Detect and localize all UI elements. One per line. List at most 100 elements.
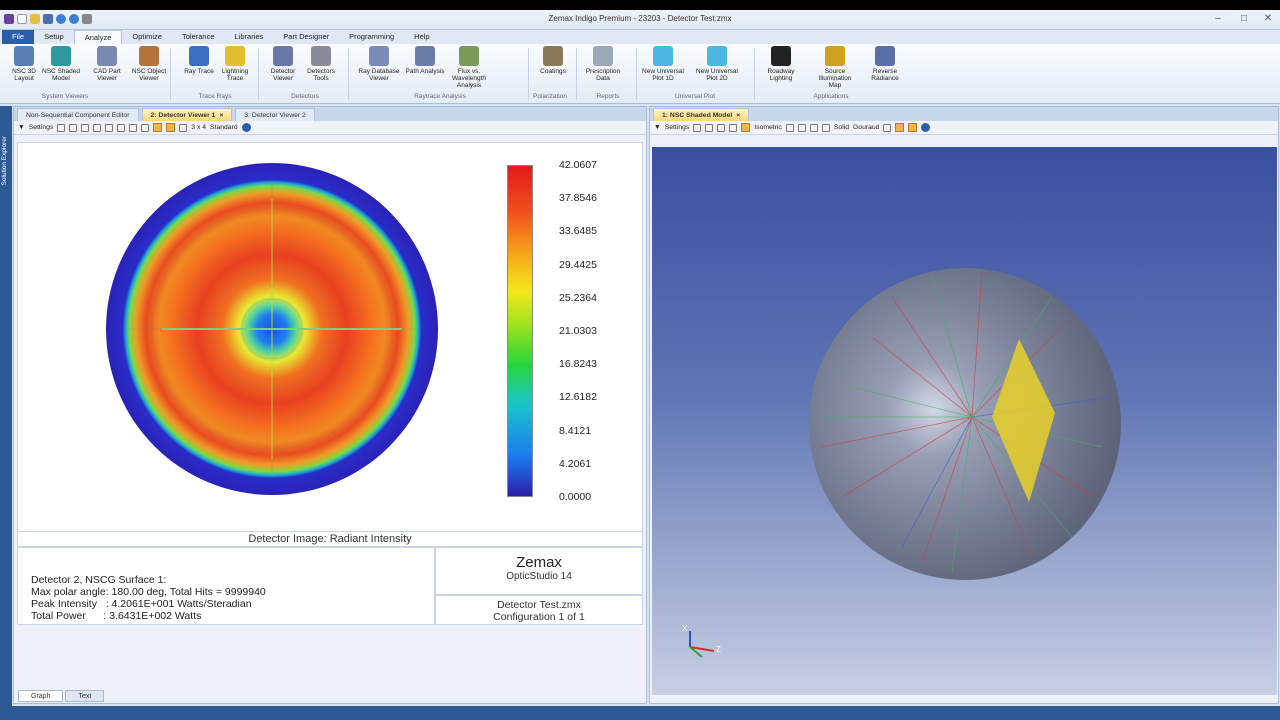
help-icon[interactable] <box>921 123 931 132</box>
axis-triad: X Z <box>682 624 721 658</box>
chevron-down-icon[interactable]: ▼ <box>18 124 25 131</box>
lock-icon[interactable] <box>883 123 892 132</box>
settings-button[interactable]: Settings <box>665 124 690 131</box>
scheme-select[interactable]: Standard <box>210 124 238 131</box>
menu-analyze[interactable]: Analyze <box>73 30 123 44</box>
close-button[interactable]: ✕ <box>1256 12 1280 26</box>
layout-select[interactable]: 3 x 4 <box>191 124 206 131</box>
chevron-down-icon[interactable]: ▼ <box>654 124 661 131</box>
ribbon-button-nsc-shaded-model[interactable]: NSC Shaded Model <box>40 46 82 82</box>
fit-icon[interactable] <box>166 123 176 132</box>
menu-programming[interactable]: Programming <box>339 30 404 44</box>
axis-x-label: X <box>682 624 688 633</box>
detector-plot[interactable]: 42.0607 37.8546 33.6485 29.4425 25.2364 21.03… <box>17 142 643 532</box>
render-select[interactable]: Solid <box>834 124 849 131</box>
colorbar-tick-label: 33.6485 <box>559 225 597 238</box>
scale-icon[interactable] <box>895 123 905 132</box>
polar-heatmap <box>106 163 438 495</box>
ribbon-group-label: Reports <box>596 93 620 100</box>
ribbon-button-source-illumination-map[interactable]: Source Illumination Map <box>814 46 856 89</box>
tab-text[interactable]: Text <box>65 690 105 702</box>
zoom-icon[interactable] <box>797 123 806 132</box>
ribbon-button-new-universal-plot-2d[interactable]: New Universal Plot 2D <box>696 46 738 82</box>
solution-explorer-strip[interactable]: Solution Explorer <box>0 106 12 706</box>
shading-select[interactable]: Gouraud <box>853 124 879 131</box>
detector-toolbar: ▼ Settings 3 x 4 Standard <box>14 121 646 135</box>
close-icon[interactable]: × <box>219 109 223 122</box>
tab-detector-viewer-1[interactable]: 2: Detector Viewer 1 × <box>141 108 233 122</box>
maximize-button[interactable]: □ <box>1232 12 1256 26</box>
menu-file[interactable]: File <box>2 30 35 44</box>
ribbon-button-new-universal-plot-1d[interactable]: New Universal Plot 1D <box>642 46 684 82</box>
product-name: OpticStudio 14 <box>506 571 572 582</box>
print-icon[interactable] <box>93 123 102 132</box>
ribbon-button-cad-part-viewer[interactable]: CAD Part Viewer <box>86 46 128 82</box>
ribbon-button-ray-database-viewer[interactable]: Ray Database Viewer <box>358 46 400 82</box>
fit-window-icon[interactable] <box>908 123 918 132</box>
ribbon-button-reverse-radiance[interactable]: Reverse Radiance <box>864 46 906 82</box>
copy-icon[interactable] <box>69 123 78 132</box>
ribbon-group-label: Trace Rays <box>198 93 232 100</box>
menu-help[interactable]: Help <box>404 30 439 44</box>
colorbar-tick-label: 8.4121 <box>559 424 592 437</box>
menu-tolerance[interactable]: Tolerance <box>172 30 225 44</box>
view-select[interactable]: Isometric <box>754 124 782 131</box>
rectangle-icon[interactable] <box>117 123 126 132</box>
ribbon-label: NSC Shaded Model <box>42 68 80 82</box>
ribbon-label: Detector Viewer <box>270 68 296 82</box>
tab-detector-viewer-2[interactable]: 3: Detector Viewer 2 <box>235 108 315 121</box>
ribbon-button-coatings[interactable]: Coatings <box>532 46 574 75</box>
ribbon-icon <box>771 46 791 66</box>
save-icon[interactable] <box>81 123 90 132</box>
close-icon[interactable]: × <box>736 109 740 122</box>
solution-explorer-label: Solution Explorer <box>1 136 8 186</box>
text-icon[interactable] <box>105 123 114 132</box>
scale-icon[interactable] <box>153 123 163 132</box>
lock-icon[interactable] <box>141 123 150 132</box>
tab-nsc-shaded-model[interactable]: 1: NSC Shaded Model × <box>653 108 750 122</box>
refresh-icon[interactable] <box>693 123 702 132</box>
ribbon-button-detectors-tools[interactable]: Detectors Tools <box>300 46 342 82</box>
ribbon-label: Path Analysis <box>405 68 445 75</box>
ribbon-icon <box>825 46 845 66</box>
refresh-icon[interactable] <box>57 123 66 132</box>
help-icon[interactable] <box>241 123 251 132</box>
rotate-icon[interactable] <box>785 123 794 132</box>
ribbon-button-nsc-3d-layout[interactable]: NSC 3D Layout <box>3 46 45 82</box>
menu-part-designer[interactable]: Part Designer <box>273 30 339 44</box>
ribbon-button-flux-vs-wavelength-analysis[interactable]: Flux vs. Wavelength Analysis <box>448 46 490 89</box>
pan-icon[interactable] <box>809 123 818 132</box>
ribbon-button-detector-viewer[interactable]: Detector Viewer <box>262 46 304 82</box>
line-icon[interactable] <box>129 123 138 132</box>
layout-icon[interactable] <box>179 123 188 132</box>
ribbon-button-roadway-lighting[interactable]: Roadway Lighting <box>760 46 802 82</box>
brand-name: Zemax <box>516 554 562 571</box>
ribbon-button-lightning-trace[interactable]: Lightning Trace <box>214 46 256 82</box>
ribbon-label: Reverse Radiance <box>871 68 899 82</box>
pdf-icon[interactable] <box>741 123 751 132</box>
settings-button[interactable]: Settings <box>29 124 54 131</box>
3d-viewport[interactable]: X Z <box>652 147 1277 695</box>
ribbon-separator <box>576 48 577 100</box>
ribbon-icon <box>97 46 117 66</box>
copy-icon[interactable] <box>705 123 714 132</box>
ribbon-label: Source Illumination Map <box>818 68 852 89</box>
sphere <box>809 268 1121 580</box>
menu-libraries[interactable]: Libraries <box>225 30 274 44</box>
ribbon-icon <box>593 46 613 66</box>
save-icon[interactable] <box>717 123 726 132</box>
tab-label: 1: NSC Shaded Model <box>662 111 733 119</box>
ribbon-button-path-analysis[interactable]: Path Analysis <box>404 46 446 75</box>
colorbar-tick-label: 12.6182 <box>559 391 597 404</box>
tab-nsc-editor[interactable]: Non-Sequential Component Editor <box>17 108 139 121</box>
print-icon[interactable] <box>729 123 738 132</box>
minimize-button[interactable]: – <box>1206 12 1230 26</box>
tab-graph[interactable]: Graph <box>18 690 64 702</box>
menu-setup[interactable]: Setup <box>34 30 74 44</box>
ribbon-label: NSC 3D Layout <box>12 68 36 82</box>
ribbon-button-nsc-object-viewer[interactable]: NSC Object Viewer <box>128 46 170 82</box>
menu-optimize[interactable]: Optimize <box>122 30 172 44</box>
fit-icon[interactable] <box>821 123 830 132</box>
ribbon-button-prescription-data[interactable]: Prescription Data <box>582 46 624 82</box>
colorbar-tick-label: 29.4425 <box>559 258 597 271</box>
